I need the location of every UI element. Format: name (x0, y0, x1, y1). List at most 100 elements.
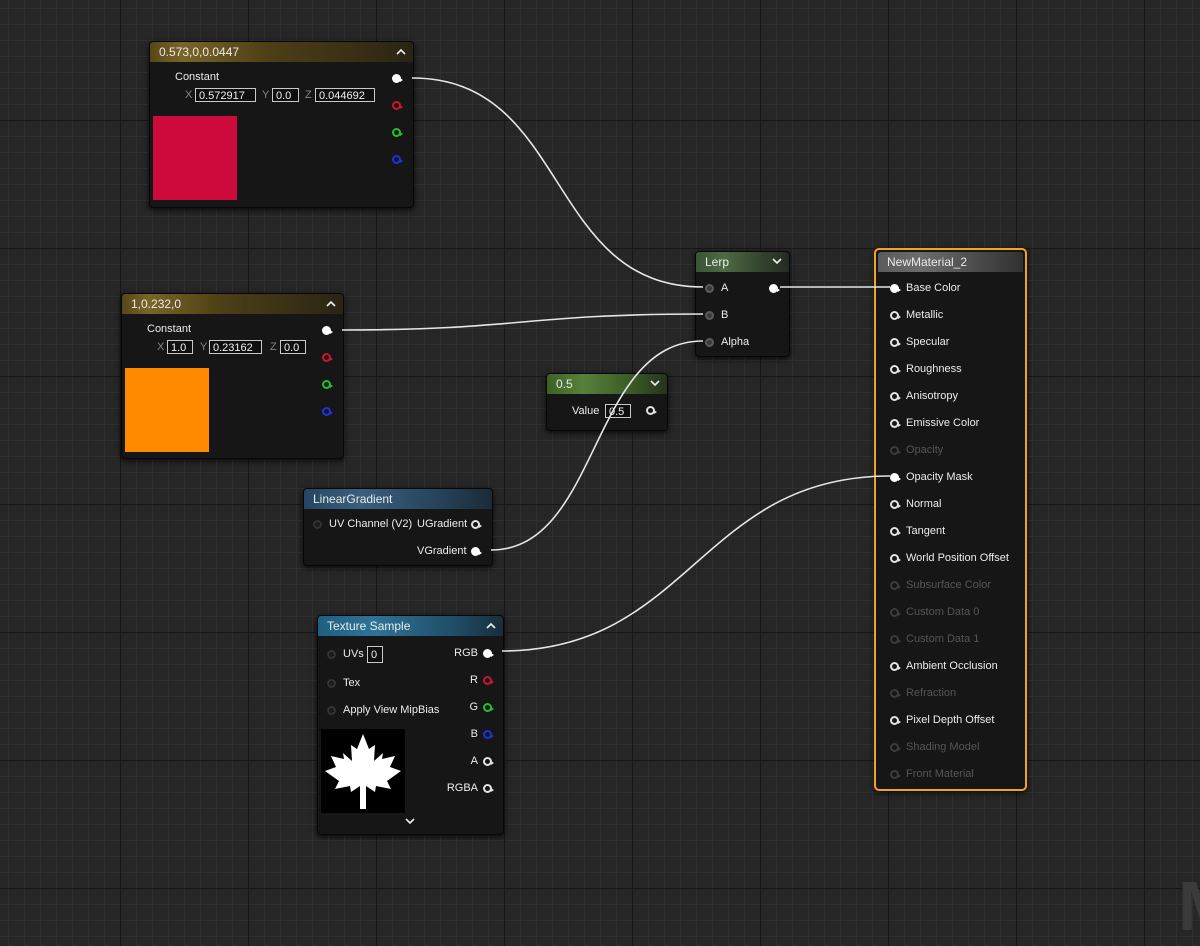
material-input-label: Opacity (906, 444, 944, 456)
collapse-chevron-up-icon[interactable] (326, 294, 338, 314)
maple-leaf-icon (325, 734, 401, 809)
color-preview-swatch (153, 116, 237, 200)
scalar-constant-node[interactable]: 0.5 Value 0.5 (546, 373, 668, 431)
output-pin-g[interactable] (483, 703, 494, 712)
output-pin-rgba[interactable] (483, 784, 494, 793)
output-pin-a[interactable] (483, 757, 494, 766)
z-axis-label: Z (270, 341, 277, 353)
input-pin-tangent[interactable] (890, 527, 901, 536)
output-pin-r[interactable] (392, 101, 403, 110)
y-value-field[interactable]: 0.0 (272, 88, 299, 102)
lerp-node[interactable]: Lerp A B Alpha (695, 251, 790, 357)
linear-gradient-node[interactable]: LinearGradient UV Channel (V2) UGradient… (303, 488, 493, 566)
node-header[interactable]: 1,0.232,0 (122, 294, 343, 314)
r-output-label: R (470, 674, 478, 686)
input-pin-refraction[interactable] (890, 689, 901, 698)
material-input-label: Emissive Color (906, 417, 980, 429)
node-title: 1,0.232,0 (131, 297, 182, 311)
input-pin-tex[interactable] (327, 679, 336, 688)
x-value-field[interactable]: 1.0 (167, 340, 193, 354)
output-pin-result[interactable] (769, 284, 780, 293)
value-field[interactable]: 0.5 (605, 404, 631, 418)
node-title: 0.573,0,0.0447 (159, 45, 240, 59)
output-pin-value[interactable] (646, 406, 657, 415)
material-input-label: World Position Offset (906, 552, 1009, 564)
x-axis-label: X (185, 89, 193, 101)
output-pin-r[interactable] (483, 676, 494, 685)
output-pin-b[interactable] (322, 407, 333, 416)
output-pin-b[interactable] (392, 155, 403, 164)
pin-a-label: A (721, 282, 729, 294)
material-input-label: Custom Data 0 (906, 606, 980, 618)
material-input-label: Tangent (906, 525, 946, 537)
output-pin-g[interactable] (392, 128, 403, 137)
output-pin-r[interactable] (322, 353, 333, 362)
uvs-index-field[interactable]: 0 (367, 646, 383, 663)
input-pin-shading-model[interactable] (890, 743, 901, 752)
input-pin-uv-channel[interactable] (313, 520, 322, 529)
output-pin-ugradient[interactable] (471, 520, 482, 529)
node-header[interactable]: LinearGradient (304, 489, 492, 509)
pin-b-label: B (721, 309, 729, 321)
input-pin-normal[interactable] (890, 500, 901, 509)
input-pin-base-color[interactable] (890, 284, 901, 293)
wire-constant1-to-lerp-a (411, 77, 704, 288)
output-pin-b[interactable] (483, 730, 494, 739)
output-pin-rgb[interactable] (392, 74, 403, 83)
node-header[interactable]: 0.573,0,0.0447 (150, 42, 413, 62)
expand-chevron-down-icon[interactable] (405, 816, 415, 828)
apply-view-mipbias-label: Apply View MipBias (343, 704, 440, 716)
input-pin-roughness[interactable] (890, 365, 901, 374)
input-pin-b[interactable] (705, 311, 714, 320)
collapse-chevron-up-icon[interactable] (486, 616, 498, 636)
input-pin-metallic[interactable] (890, 311, 901, 320)
output-pin-vgradient[interactable] (471, 547, 482, 556)
z-axis-label: Z (305, 89, 312, 101)
input-pin-alpha[interactable] (705, 338, 714, 347)
expand-chevron-down-icon[interactable] (772, 252, 784, 272)
wire-rgb-to-opacity-mask (501, 475, 891, 652)
input-pin-world-position-offset[interactable] (890, 554, 901, 563)
expand-chevron-down-icon[interactable] (650, 374, 662, 394)
input-pin-anisotropy[interactable] (890, 392, 901, 401)
y-value-field[interactable]: 0.23162 (209, 340, 262, 354)
input-pin-uvs[interactable] (327, 650, 336, 659)
node-header[interactable]: 0.5 (547, 374, 667, 394)
texture-sample-node[interactable]: Texture Sample UVs 0 Tex Apply View MipB… (317, 615, 504, 835)
input-pin-front-material[interactable] (890, 770, 901, 779)
input-pin-custom-data-0[interactable] (890, 608, 901, 617)
input-pin-a[interactable] (705, 284, 714, 293)
input-pin-ambient-occlusion[interactable] (890, 662, 901, 671)
z-value-field[interactable]: 0.0 (280, 340, 306, 354)
input-pin-opacity[interactable] (890, 446, 901, 455)
input-pin-pixel-depth-offset[interactable] (890, 716, 901, 725)
pin-alpha-label: Alpha (721, 336, 750, 348)
input-pin-opacity-mask[interactable] (890, 473, 901, 482)
output-pin-rgb[interactable] (483, 649, 494, 658)
input-pin-specular[interactable] (890, 338, 901, 347)
z-value-field[interactable]: 0.044692 (315, 88, 375, 102)
node-header[interactable]: Texture Sample (318, 616, 503, 636)
material-input-label: Custom Data 1 (906, 633, 980, 645)
input-pin-subsurface-color[interactable] (890, 581, 901, 590)
material-input-label: Opacity Mask (906, 471, 973, 483)
node-title: NewMaterial_2 (887, 255, 968, 269)
input-pin-custom-data-1[interactable] (890, 635, 901, 644)
output-pin-g[interactable] (322, 380, 333, 389)
constant3vector-node-red[interactable]: 0.573,0,0.0447 Constant X 0.572917 Y 0.0… (149, 41, 414, 208)
material-result-node[interactable]: NewMaterial_2 Base Color Metallic Specular… (874, 248, 1027, 791)
g-output-label: G (469, 701, 478, 713)
material-input-label: Shading Model (906, 741, 980, 753)
node-header[interactable]: Lerp (696, 252, 789, 272)
wire-constant2-to-lerp-b (341, 313, 704, 331)
vgradient-label: VGradient (417, 545, 467, 557)
x-value-field[interactable]: 0.572917 (195, 88, 256, 102)
node-title: Lerp (705, 255, 730, 269)
input-pin-emissive-color[interactable] (890, 419, 901, 428)
a-output-label: A (470, 755, 478, 767)
collapse-chevron-up-icon[interactable] (396, 42, 408, 62)
node-header[interactable]: NewMaterial_2 (878, 252, 1023, 272)
input-pin-apply-view-mipbias[interactable] (327, 706, 336, 715)
output-pin-rgb[interactable] (322, 326, 333, 335)
constant3vector-node-orange[interactable]: 1,0.232,0 Constant X 1.0 Y 0.23162 Z 0.0 (121, 293, 344, 459)
